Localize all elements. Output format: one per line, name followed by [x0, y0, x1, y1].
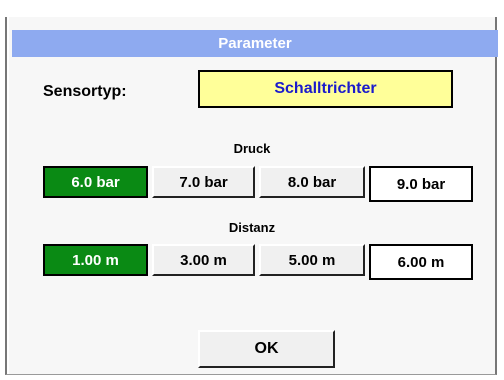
- distance-option-1-m[interactable]: 1.00 m: [43, 244, 148, 276]
- dialog-title: Parameter: [12, 30, 498, 57]
- pressure-option-6-bar[interactable]: 6.0 bar: [43, 166, 148, 198]
- pressure-custom-input[interactable]: 9.0 bar: [369, 166, 473, 202]
- distance-option-5-m[interactable]: 5.00 m: [259, 244, 365, 276]
- distance-custom-input[interactable]: 6.00 m: [369, 244, 473, 280]
- sensor-type-field[interactable]: Schalltrichter: [198, 70, 453, 108]
- ok-button[interactable]: OK: [198, 330, 335, 368]
- distance-group-label: Distanz: [228, 220, 276, 235]
- sensor-type-label: Sensortyp:: [43, 83, 127, 100]
- pressure-option-8-bar[interactable]: 8.0 bar: [259, 166, 365, 198]
- pressure-group-label: Druck: [233, 141, 271, 156]
- pressure-option-7-bar[interactable]: 7.0 bar: [152, 166, 255, 198]
- distance-option-3-m[interactable]: 3.00 m: [152, 244, 255, 276]
